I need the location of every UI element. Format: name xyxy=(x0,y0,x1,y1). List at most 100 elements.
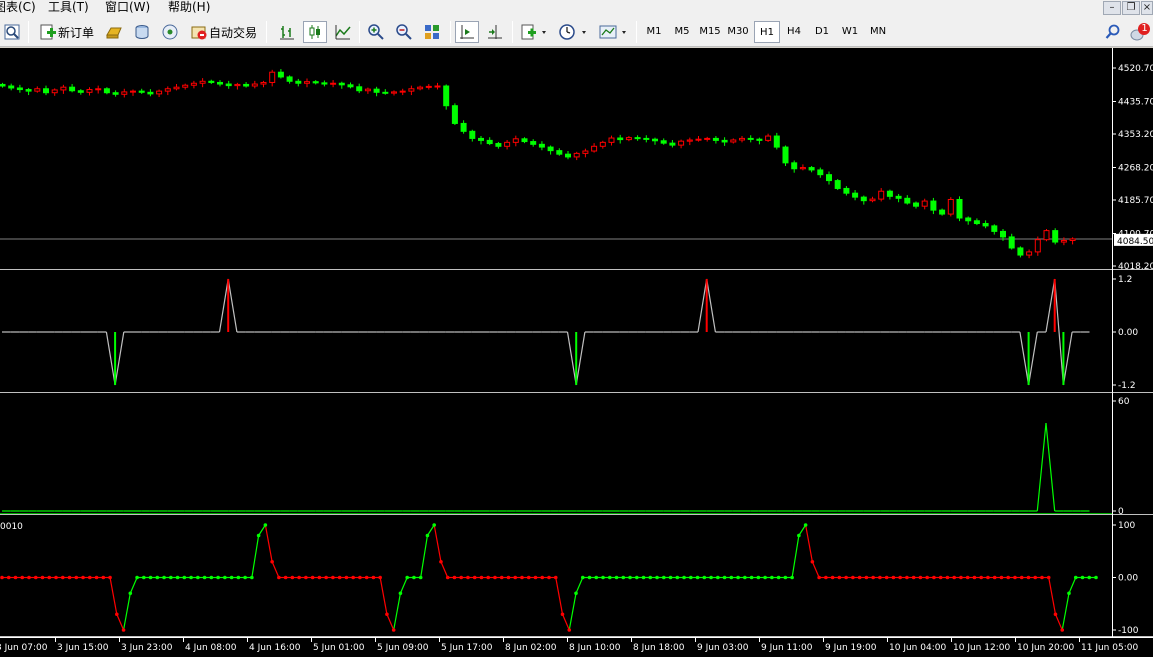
timeframe-m15[interactable]: M15 xyxy=(697,21,723,43)
indicator1-line xyxy=(1062,331,1073,386)
candle-body xyxy=(669,142,676,146)
menu-tools[interactable]: 工具(T) xyxy=(48,0,89,16)
menu-window[interactable]: 窗口(W) xyxy=(105,0,150,16)
close-icon[interactable]: × xyxy=(1141,1,1153,15)
zoom-out-icon[interactable] xyxy=(393,21,415,43)
restore-icon[interactable]: ❐ xyxy=(1122,1,1140,15)
candle-body xyxy=(356,86,363,92)
new-order-button[interactable]: 新订单 xyxy=(36,21,96,43)
indicator1-line xyxy=(105,331,116,386)
timeframe-mn[interactable]: MN xyxy=(865,21,891,43)
history-icon[interactable] xyxy=(131,21,153,43)
indicator3-point xyxy=(466,575,470,580)
indicators-icon[interactable] xyxy=(518,21,550,43)
candle-body xyxy=(947,198,954,215)
chart-area[interactable]: 4520.704435.704353.204268.204185.704100.… xyxy=(0,48,1153,657)
period-clock-icon[interactable] xyxy=(556,21,590,43)
candle-body xyxy=(321,82,328,85)
candle-body xyxy=(382,91,389,94)
menu-help[interactable]: 帮助(H) xyxy=(168,0,210,16)
menu-bar: 图表(C) 工具(T) 窗口(W) 帮助(H) – ❐ × xyxy=(0,0,1153,16)
indicator3-point xyxy=(682,575,686,580)
menu-chart[interactable]: 图表(C) xyxy=(0,0,36,16)
candle-body xyxy=(956,198,963,219)
indicator1-tick-label: 0.00 xyxy=(1118,328,1138,338)
indicator3-point xyxy=(331,575,335,580)
candle-body xyxy=(338,82,345,86)
indicator3-point xyxy=(979,575,983,580)
candle-body xyxy=(16,87,23,91)
indicator3-point xyxy=(412,575,416,580)
time-tick-label: 10 Jun 12:00 xyxy=(953,643,1010,653)
candle-body xyxy=(739,137,745,141)
candlestick-icon[interactable] xyxy=(303,21,327,43)
timeframe-h4[interactable]: H4 xyxy=(781,21,807,43)
indicator3-line xyxy=(122,593,131,631)
indicator3-point xyxy=(857,575,862,580)
candle-body xyxy=(173,86,180,90)
signal-icon[interactable] xyxy=(159,21,181,43)
notification-count: 1 xyxy=(1141,23,1148,34)
candle-body xyxy=(573,152,580,158)
indicator3-point xyxy=(445,575,450,580)
candle-body xyxy=(486,139,493,145)
indicator3-point xyxy=(1053,612,1058,617)
indicator3-point xyxy=(851,575,855,580)
indicator3-point xyxy=(1019,575,1024,580)
timeframe-w1[interactable]: W1 xyxy=(837,21,863,43)
auto-trade-button[interactable]: 自动交易 xyxy=(187,21,259,43)
candle-body xyxy=(652,138,658,142)
price-tick-label: 4268.20 xyxy=(1118,163,1153,173)
indicator3-point xyxy=(817,575,821,580)
indicator3-line xyxy=(386,614,395,631)
new-order-label: 新订单 xyxy=(57,25,94,40)
tile-windows-icon[interactable] xyxy=(421,21,443,43)
templates-icon[interactable] xyxy=(596,21,630,43)
candle-body xyxy=(121,91,128,95)
indicator3-point xyxy=(1080,575,1085,580)
candle-body xyxy=(251,83,258,87)
indicator3-point xyxy=(1087,575,1092,580)
toolbar-separator xyxy=(266,21,267,43)
timeframe-m5[interactable]: M5 xyxy=(669,21,695,43)
candle-body xyxy=(512,138,519,143)
line-chart-icon[interactable] xyxy=(332,21,354,43)
chart-canvas[interactable]: 4520.704435.704353.204268.204185.704100.… xyxy=(0,48,1153,657)
properties-icon[interactable] xyxy=(1,21,23,43)
indicator1-line xyxy=(566,331,577,386)
gold-bar-icon[interactable] xyxy=(103,21,125,43)
timeframe-m30[interactable]: M30 xyxy=(725,21,751,43)
search-icon[interactable] xyxy=(1103,21,1123,43)
indicator3-line xyxy=(791,535,800,578)
timeframe-h1[interactable]: H1 xyxy=(754,21,780,43)
candle-body xyxy=(217,81,223,85)
candle-body xyxy=(208,80,215,83)
chart-shift-icon[interactable] xyxy=(455,21,479,43)
indicator3-point xyxy=(932,575,936,580)
indicator3-point xyxy=(560,612,565,617)
candle-body xyxy=(460,122,467,132)
candle-body xyxy=(886,190,893,197)
candle-body xyxy=(277,71,284,78)
indicator2-line xyxy=(1036,422,1047,512)
new-order-icon xyxy=(38,22,58,42)
candle-body xyxy=(225,83,232,87)
candle-body xyxy=(1026,251,1033,256)
autoscroll-icon[interactable] xyxy=(484,21,506,43)
indicator3-point xyxy=(1013,575,1017,580)
indicator3-point xyxy=(553,575,558,580)
candle-body xyxy=(434,85,441,88)
indicator3-point xyxy=(898,575,902,580)
timeframe-d1[interactable]: D1 xyxy=(809,21,835,43)
indicator3-point xyxy=(797,533,801,538)
minimize-icon[interactable]: – xyxy=(1103,1,1121,15)
zoom-in-icon[interactable] xyxy=(365,21,387,43)
bar-chart-icon[interactable] xyxy=(276,21,298,43)
timeframe-m1[interactable]: M1 xyxy=(641,21,667,43)
indicator3-point xyxy=(391,628,396,632)
indicator3-line xyxy=(251,535,260,578)
candle-body xyxy=(77,90,84,93)
candle-body xyxy=(234,83,241,87)
notifications-icon[interactable]: 1 xyxy=(1128,21,1152,43)
candle-body xyxy=(791,162,798,170)
